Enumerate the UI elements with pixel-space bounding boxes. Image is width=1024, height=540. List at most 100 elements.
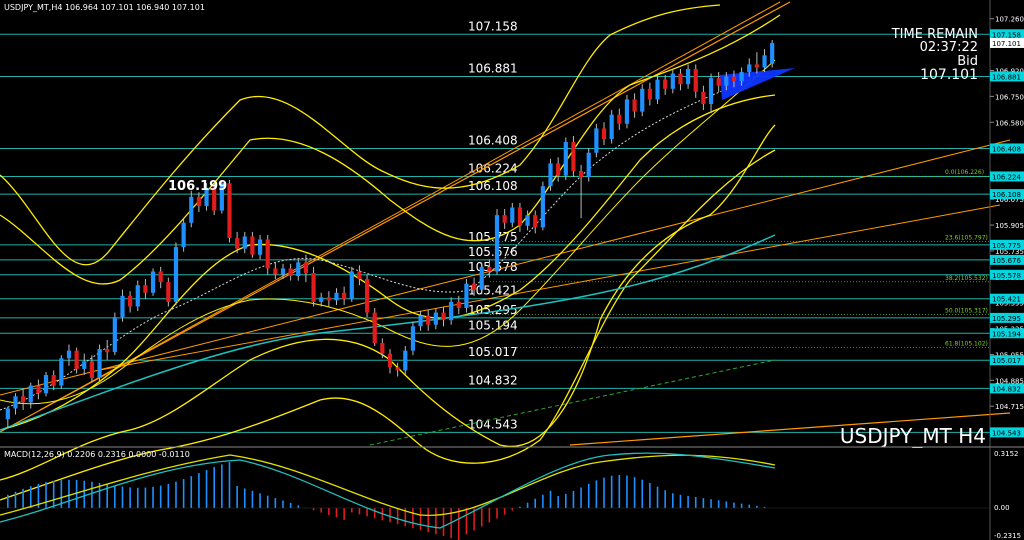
candle-body (235, 237, 240, 249)
candle-body (426, 315, 431, 325)
level-axis-tag-text: 105.017 (992, 357, 1021, 365)
candle-body (731, 76, 737, 82)
candle (181, 218, 186, 252)
candle-body (517, 207, 523, 226)
candle-body (632, 99, 637, 112)
level-axis-tag: 105.578 (990, 269, 1024, 280)
candle (770, 40, 775, 68)
candle (548, 158, 553, 191)
candle-body (173, 247, 179, 302)
axis-label: 107.260 (995, 16, 1024, 24)
candle-body (181, 222, 186, 248)
candle-body (670, 73, 675, 89)
candle-body (43, 374, 49, 394)
candle-body (724, 76, 729, 86)
candle-body (586, 152, 591, 178)
fib-label: 38.2(105.532) (945, 275, 988, 282)
candle-body (418, 315, 423, 327)
candle-body (51, 374, 56, 386)
candle-body (609, 114, 614, 140)
level-label: 105.578 (468, 260, 518, 274)
fib-label: 61.8(105.102) (945, 340, 988, 347)
candle-body (456, 301, 461, 308)
candle-body (143, 285, 148, 293)
candle-body (5, 408, 10, 420)
candle-body (685, 68, 691, 85)
candle-body (594, 128, 599, 153)
level-label: 106.108 (468, 179, 518, 193)
candle (227, 180, 232, 243)
macd-axis-label: -0.2315 (994, 532, 1021, 540)
candle-body (640, 88, 645, 112)
level-axis-tag-text: 106.408 (992, 145, 1021, 153)
level-label: 106.408 (468, 133, 518, 147)
fib-label: 0.0(106.226) (945, 169, 984, 176)
candle-body (97, 349, 102, 379)
fib-label: 50.0(105.317) (945, 308, 988, 315)
candle-body (265, 239, 270, 269)
candle-body (311, 272, 316, 302)
candle-body (502, 215, 507, 223)
candle-body (716, 78, 721, 86)
bid-value: 107.101 (920, 67, 978, 83)
level-axis-tag: 105.676 (990, 254, 1024, 265)
candle-body (380, 343, 385, 354)
symbol-header: USDJPY_MT,H4 106.964 107.101 106.940 107… (4, 3, 205, 12)
candle-body (387, 353, 393, 368)
level-axis-tag: 107.158 (990, 29, 1024, 39)
axis-label: 105.905 (995, 222, 1024, 230)
macd-label: MACD(12,26,9) 0.2206 0.2316 0.0000 -0.01… (4, 450, 190, 459)
highlight-label: 106.199 (168, 179, 227, 194)
level-axis-tag-text: 104.832 (992, 385, 1021, 393)
candle-body (59, 358, 64, 386)
level-axis-tag-text: 104.543 (992, 429, 1021, 437)
candle-body (403, 350, 408, 371)
candle-body (28, 385, 33, 403)
candle-body (242, 236, 247, 249)
candle-body (487, 266, 492, 272)
candle-body (770, 42, 775, 64)
candle (349, 266, 354, 302)
level-axis-tag: 105.017 (990, 355, 1024, 366)
candle-body (349, 271, 354, 299)
candle-body (13, 396, 18, 409)
candle (609, 110, 614, 144)
candle-body (82, 361, 87, 369)
level-label: 105.017 (468, 345, 518, 359)
axis-label: 106.580 (995, 119, 1024, 127)
candle-body (166, 282, 171, 302)
candle (173, 242, 179, 305)
level-label: 106.881 (468, 61, 518, 75)
level-axis-tag: 104.832 (990, 383, 1024, 394)
candle-body (372, 312, 377, 344)
candle (624, 94, 630, 129)
candle-body (135, 285, 140, 307)
trading-chart[interactable]: 107.158 106.881 106.408 106.224 106.108 105.7… (0, 0, 1024, 540)
candle (43, 371, 49, 397)
candle (464, 279, 469, 313)
level-axis-tag-text: 105.421 (992, 296, 1021, 304)
candle-body (533, 215, 538, 228)
candle-body (647, 88, 652, 100)
candle-body (693, 68, 698, 92)
candle (150, 268, 156, 296)
candle-body (280, 268, 286, 275)
level-label: 105.775 (468, 230, 518, 244)
candle-body (120, 295, 125, 318)
level-axis-tag: 106.408 (990, 143, 1024, 154)
candle-body (655, 79, 660, 100)
candle-body (128, 295, 133, 307)
current-price-tag: 107.101 (990, 37, 1024, 48)
candle-body (762, 55, 767, 68)
candle-body (357, 271, 362, 280)
axis-label: 104.715 (995, 403, 1024, 411)
candle (372, 307, 377, 347)
candle (571, 135, 576, 178)
level-label: 107.158 (468, 19, 518, 33)
level-axis-tag: 105.194 (990, 328, 1024, 339)
candle (364, 274, 370, 318)
current-price-tag-text: 107.101 (992, 40, 1021, 48)
candle-body (334, 292, 339, 301)
axis-label: 106.750 (995, 93, 1024, 101)
level-axis-tag-text: 105.676 (992, 257, 1021, 265)
